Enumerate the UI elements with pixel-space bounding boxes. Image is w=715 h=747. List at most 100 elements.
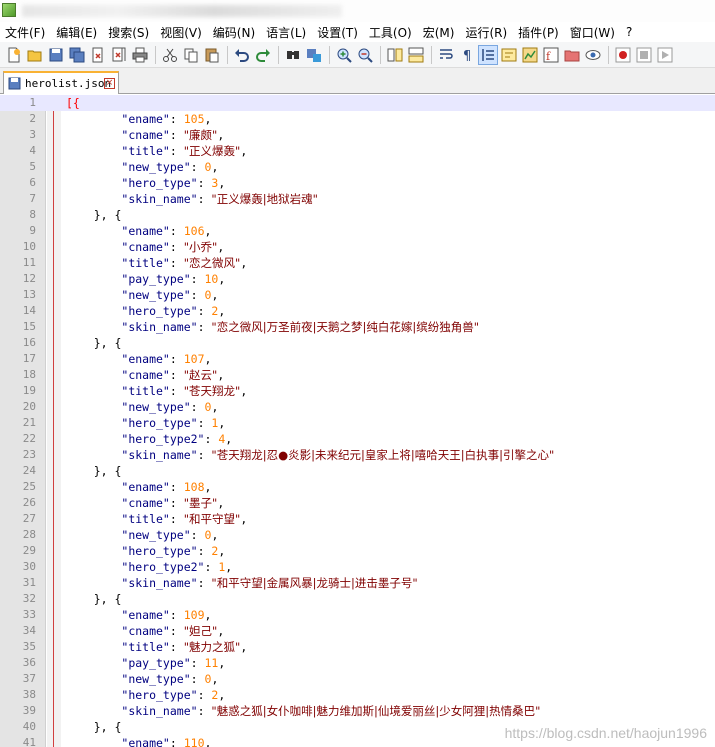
menu-edit[interactable]: 编辑(E) [56, 24, 97, 41]
code-line[interactable]: 2 "ename": 105, [0, 111, 715, 127]
menu-run[interactable]: 运行(R) [465, 24, 507, 41]
token-k: "hero_type" [121, 304, 198, 318]
code-line[interactable]: 4 "title": "正义爆轰", [0, 143, 715, 159]
menu-macro[interactable]: 宏(M) [423, 24, 455, 41]
code-line[interactable]: 23 "skin_name": "苍天翔龙|忍●炎影|未来纪元|皇家上将|嘻哈天… [0, 447, 715, 463]
menu-view[interactable]: 视图(V) [160, 24, 202, 41]
replace-icon[interactable] [304, 45, 324, 65]
menu-tools[interactable]: 工具(O) [369, 24, 412, 41]
code-line[interactable]: 5 "new_type": 0, [0, 159, 715, 175]
code-line[interactable]: 21 "hero_type": 1, [0, 415, 715, 431]
line-number: 11 [22, 256, 36, 269]
menu-window[interactable]: 窗口(W) [570, 24, 615, 41]
code-line[interactable]: 28 "new_type": 0, [0, 527, 715, 543]
token-p: , [204, 224, 212, 238]
token-p: : [197, 448, 212, 462]
code-line[interactable]: 36 "pay_type": 11, [0, 655, 715, 671]
line-number: 23 [22, 448, 36, 461]
word-wrap-icon[interactable] [436, 45, 456, 65]
code-line[interactable]: 7 "skin_name": "正义爆轰|地狱岩魂" [0, 191, 715, 207]
code-line[interactable]: 25 "ename": 108, [0, 479, 715, 495]
token-p: : [169, 256, 184, 270]
line-number: 37 [22, 672, 36, 685]
sync-horizontal-icon[interactable] [406, 45, 426, 65]
code-line[interactable]: 39 "skin_name": "魅惑之狐|女仆咖啡|魅力维加斯|仙境爱丽丝|少… [0, 703, 715, 719]
save-all-icon[interactable] [67, 45, 87, 65]
paste-icon[interactable] [202, 45, 222, 65]
folder-workspace-icon[interactable] [562, 45, 582, 65]
token-p [66, 528, 121, 542]
code-line[interactable]: 26 "cname": "墨子", [0, 495, 715, 511]
line-number: 40 [22, 720, 36, 733]
cut-icon[interactable] [160, 45, 180, 65]
menu-settings[interactable]: 设置(T) [317, 24, 358, 41]
code-line[interactable]: 12 "pay_type": 10, [0, 271, 715, 287]
code-line[interactable]: 10 "cname": "小乔", [0, 239, 715, 255]
code-line[interactable]: 37 "new_type": 0, [0, 671, 715, 687]
close-all-icon[interactable] [109, 45, 129, 65]
code-line[interactable]: 3 "cname": "廉颇", [0, 127, 715, 143]
save-icon[interactable] [46, 45, 66, 65]
new-file-icon[interactable] [4, 45, 24, 65]
code-line[interactable]: 31 "skin_name": "和平守望|金属风暴|龙骑士|进击墨子号" [0, 575, 715, 591]
code-line[interactable]: 22 "hero_type2": 4, [0, 431, 715, 447]
menu-help[interactable]: ? [626, 25, 632, 39]
code-line[interactable]: 17 "ename": 107, [0, 351, 715, 367]
menu-encoding[interactable]: 编码(N) [213, 24, 255, 41]
code-line[interactable]: 33 "ename": 109, [0, 607, 715, 623]
zoom-in-icon[interactable] [334, 45, 354, 65]
print-icon[interactable] [130, 45, 150, 65]
stop-macro-icon[interactable] [634, 45, 654, 65]
menu-plugins[interactable]: 插件(P) [518, 24, 559, 41]
menu-file[interactable]: 文件(F) [5, 24, 45, 41]
code-line[interactable]: 9 "ename": 106, [0, 223, 715, 239]
code-line[interactable]: 11 "title": "恋之微风", [0, 255, 715, 271]
code-line[interactable]: 14 "hero_type": 2, [0, 303, 715, 319]
code-line[interactable]: 30 "hero_type2": 1, [0, 559, 715, 575]
token-p: : [197, 416, 212, 430]
close-file-icon[interactable] [88, 45, 108, 65]
code-line[interactable]: 24 }, { [0, 463, 715, 479]
line-number: 30 [22, 560, 36, 573]
show-all-characters-icon[interactable]: ¶ [457, 45, 477, 65]
code-line[interactable]: 15 "skin_name": "恋之微风|万圣前夜|天鹅之梦|纯白花嫁|缤纷独… [0, 319, 715, 335]
play-macro-icon[interactable] [655, 45, 675, 65]
code-line[interactable]: 20 "new_type": 0, [0, 399, 715, 415]
redo-icon[interactable] [253, 45, 273, 65]
undo-icon[interactable] [232, 45, 252, 65]
sync-vertical-icon[interactable] [385, 45, 405, 65]
menu-language[interactable]: 语言(L) [266, 24, 306, 41]
line-number: 5 [29, 160, 36, 173]
zoom-out-icon[interactable] [355, 45, 375, 65]
document-map-icon[interactable] [520, 45, 540, 65]
code-line[interactable]: 16 }, { [0, 335, 715, 351]
editor-area[interactable]: 1[{2 "ename": 105, 3 "cname": "廉颇", 4 "tit… [0, 95, 715, 747]
open-file-icon[interactable] [25, 45, 45, 65]
code-line[interactable]: 35 "title": "魅力之狐", [0, 639, 715, 655]
code-line[interactable]: 18 "cname": "赵云", [0, 367, 715, 383]
code-line[interactable]: 32 }, { [0, 591, 715, 607]
token-p [66, 512, 121, 526]
code-line[interactable]: 27 "title": "和平守望", [0, 511, 715, 527]
code-line[interactable]: 38 "hero_type": 2, [0, 687, 715, 703]
code-line[interactable]: 19 "title": "苍天翔龙", [0, 383, 715, 399]
code-line[interactable]: 34 "cname": "妲己", [0, 623, 715, 639]
code-line[interactable]: 1 [{ [0, 95, 715, 111]
toolbar-separator [329, 45, 330, 64]
tab-herolist-json[interactable]: herolist.json × [3, 71, 119, 94]
code-line[interactable]: 8 }, { [0, 207, 715, 223]
find-icon[interactable] [283, 45, 303, 65]
token-p: : [169, 352, 184, 366]
code-line[interactable]: 29 "hero_type": 2, [0, 543, 715, 559]
menu-search[interactable]: 搜索(S) [108, 24, 149, 41]
user-language-icon[interactable] [499, 45, 519, 65]
monitoring-icon[interactable] [583, 45, 603, 65]
function-list-icon[interactable]: f [541, 45, 561, 65]
tab-close-icon[interactable]: × [104, 78, 115, 89]
code-line[interactable]: 6 "hero_type": 3, [0, 175, 715, 191]
copy-icon[interactable] [181, 45, 201, 65]
indent-guide-icon[interactable] [478, 44, 498, 65]
token-n: 109 [183, 608, 205, 622]
record-macro-icon[interactable] [613, 45, 633, 65]
code-line[interactable]: 13 "new_type": 0, [0, 287, 715, 303]
